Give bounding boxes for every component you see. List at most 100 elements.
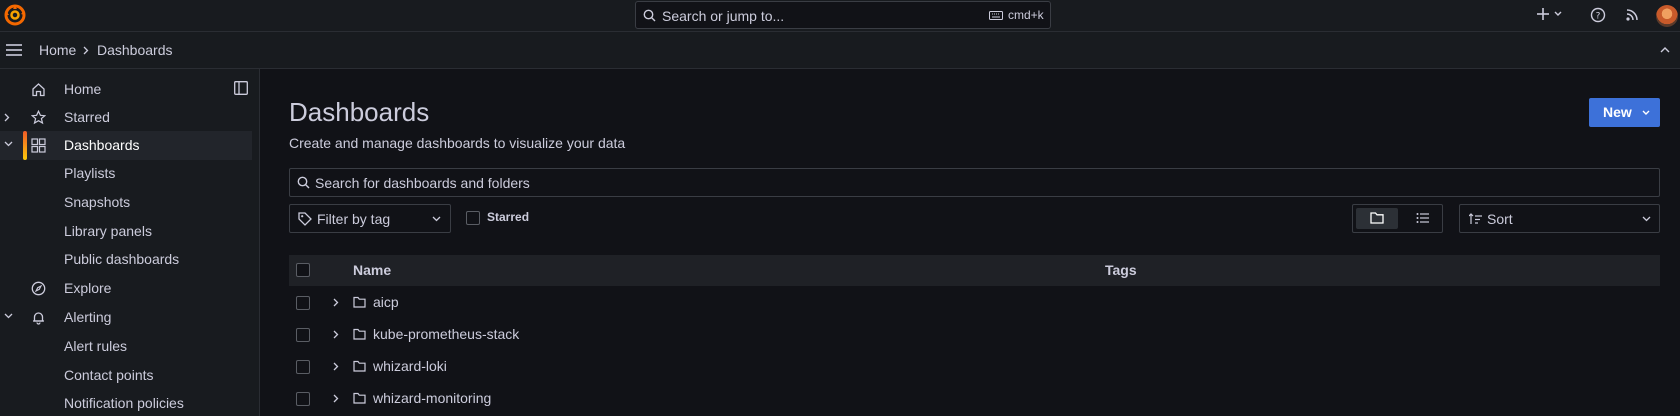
search-icon bbox=[643, 9, 656, 22]
sidebar-item-home[interactable]: Home bbox=[0, 75, 252, 104]
sidebar-item-alert-rules[interactable]: Alert rules bbox=[0, 332, 252, 361]
select-all-checkbox[interactable] bbox=[296, 263, 310, 277]
folder-view-button[interactable] bbox=[1356, 208, 1398, 229]
folder-icon bbox=[353, 360, 366, 372]
sidebar-item-snapshots[interactable]: Snapshots bbox=[0, 188, 252, 217]
search-icon bbox=[297, 176, 310, 189]
bell-icon bbox=[31, 310, 46, 325]
table-row[interactable]: kube-prometheus-stack bbox=[289, 318, 1660, 350]
menu-icon[interactable] bbox=[5, 43, 23, 57]
plus-icon[interactable] bbox=[1536, 7, 1550, 21]
sidebar-item-alerting[interactable]: Alerting bbox=[0, 303, 252, 332]
chevron-right-icon[interactable] bbox=[333, 394, 339, 403]
column-header-tags: Tags bbox=[1105, 262, 1137, 278]
row-checkbox[interactable] bbox=[296, 392, 310, 406]
compass-icon bbox=[31, 281, 46, 296]
sidebar-item-dashboards[interactable]: Dashboards bbox=[0, 131, 252, 160]
breadcrumb-current: Dashboards bbox=[97, 42, 173, 58]
page-title: Dashboards bbox=[289, 97, 430, 127]
new-button-label: New bbox=[1603, 104, 1632, 120]
user-avatar[interactable] bbox=[1656, 5, 1678, 27]
chevron-right-icon[interactable] bbox=[4, 113, 10, 122]
sidebar: Home Starred Dashboards Playlists Snapsh… bbox=[0, 69, 260, 416]
dashboard-search-placeholder: Search for dashboards and folders bbox=[315, 175, 530, 191]
tag-filter-select[interactable]: Filter by tag bbox=[289, 204, 451, 233]
sidebar-item-label: Public dashboards bbox=[64, 251, 180, 267]
sidebar-item-label: Playlists bbox=[64, 165, 116, 181]
chevron-down-icon bbox=[432, 216, 441, 222]
list-view-button[interactable] bbox=[1408, 208, 1438, 229]
chevron-right-icon[interactable] bbox=[333, 298, 339, 307]
row-checkbox[interactable] bbox=[296, 328, 310, 342]
tag-filter-placeholder: Filter by tag bbox=[317, 211, 391, 227]
folder-name-link[interactable]: kube-prometheus-stack bbox=[373, 326, 519, 342]
dock-menu-icon[interactable] bbox=[234, 81, 248, 95]
sidebar-item-playlists[interactable]: Playlists bbox=[0, 159, 252, 188]
breadcrumb: Home Dashboards bbox=[0, 32, 1680, 69]
view-toggle bbox=[1352, 204, 1443, 233]
sidebar-item-label: Snapshots bbox=[64, 194, 131, 210]
active-indicator bbox=[23, 131, 27, 160]
chevron-down-icon[interactable] bbox=[4, 141, 13, 147]
sidebar-item-label: Alert rules bbox=[64, 338, 128, 354]
chevron-down-icon bbox=[1642, 110, 1650, 116]
sort-label: Sort bbox=[1487, 211, 1513, 227]
sidebar-item-public-dashboards[interactable]: Public dashboards bbox=[0, 245, 252, 274]
starred-label[interactable]: Starred bbox=[487, 210, 529, 224]
sidebar-item-notification-policies[interactable]: Notification policies bbox=[0, 389, 252, 416]
home-icon bbox=[31, 82, 46, 97]
sidebar-item-label: Library panels bbox=[64, 223, 152, 239]
tag-icon bbox=[298, 212, 312, 226]
row-checkbox[interactable] bbox=[296, 296, 310, 310]
keyboard-icon bbox=[989, 11, 1003, 20]
sidebar-item-label: Home bbox=[64, 81, 102, 97]
sidebar-item-label: Alerting bbox=[64, 309, 112, 325]
page-subtitle: Create and manage dashboards to visualiz… bbox=[289, 135, 626, 151]
sidebar-item-label: Explore bbox=[64, 280, 112, 296]
star-icon bbox=[31, 110, 46, 125]
grafana-logo-icon[interactable] bbox=[4, 4, 26, 26]
table-header: Name Tags bbox=[289, 255, 1660, 286]
sidebar-item-starred[interactable]: Starred bbox=[0, 103, 252, 132]
folder-name-link[interactable]: aicp bbox=[373, 294, 399, 310]
table-row[interactable]: aicp bbox=[289, 286, 1660, 318]
folder-icon bbox=[353, 392, 366, 404]
global-search-input[interactable]: Search or jump to... cmd+k bbox=[635, 1, 1051, 29]
new-button[interactable]: New bbox=[1589, 98, 1660, 127]
chevron-down-icon[interactable] bbox=[1554, 11, 1562, 17]
dashboards-grid-icon bbox=[31, 138, 46, 153]
svg-text:?: ? bbox=[1596, 12, 1601, 22]
folder-icon bbox=[353, 328, 366, 340]
sort-select[interactable]: Sort bbox=[1459, 204, 1660, 233]
help-icon[interactable]: ? bbox=[1590, 7, 1606, 23]
folder-name-link[interactable]: whizard-loki bbox=[373, 358, 447, 374]
folder-icon bbox=[353, 296, 366, 308]
news-feed-icon[interactable] bbox=[1625, 7, 1640, 22]
starred-checkbox[interactable] bbox=[466, 211, 480, 225]
chevron-right-icon bbox=[83, 46, 89, 55]
sidebar-item-label: Dashboards bbox=[64, 137, 140, 153]
main-content: Dashboards Create and manage dashboards … bbox=[260, 69, 1680, 416]
sidebar-item-contact-points[interactable]: Contact points bbox=[0, 361, 252, 390]
chevron-right-icon[interactable] bbox=[333, 362, 339, 371]
sidebar-item-label: Notification policies bbox=[64, 395, 184, 411]
breadcrumb-home-link[interactable]: Home bbox=[39, 42, 76, 58]
sidebar-item-library-panels[interactable]: Library panels bbox=[0, 217, 252, 246]
chevron-down-icon[interactable] bbox=[4, 313, 13, 319]
chevron-down-icon bbox=[1642, 216, 1651, 222]
column-header-name[interactable]: Name bbox=[353, 262, 391, 278]
search-shortcut: cmd+k bbox=[1008, 8, 1044, 22]
top-bar: Search or jump to... cmd+k ? bbox=[0, 0, 1680, 32]
sidebar-item-label: Contact points bbox=[64, 367, 154, 383]
dashboard-search-input[interactable]: Search for dashboards and folders bbox=[289, 168, 1660, 197]
sort-icon bbox=[1469, 213, 1482, 225]
sidebar-item-label: Starred bbox=[64, 109, 110, 125]
chevron-right-icon[interactable] bbox=[333, 330, 339, 339]
row-checkbox[interactable] bbox=[296, 360, 310, 374]
sidebar-item-explore[interactable]: Explore bbox=[0, 274, 252, 303]
chevron-up-icon[interactable] bbox=[1660, 46, 1670, 53]
table-row[interactable]: whizard-loki bbox=[289, 350, 1660, 382]
table-row[interactable]: whizard-monitoring bbox=[289, 382, 1660, 414]
folder-name-link[interactable]: whizard-monitoring bbox=[373, 390, 491, 406]
global-search-placeholder: Search or jump to... bbox=[662, 8, 785, 24]
